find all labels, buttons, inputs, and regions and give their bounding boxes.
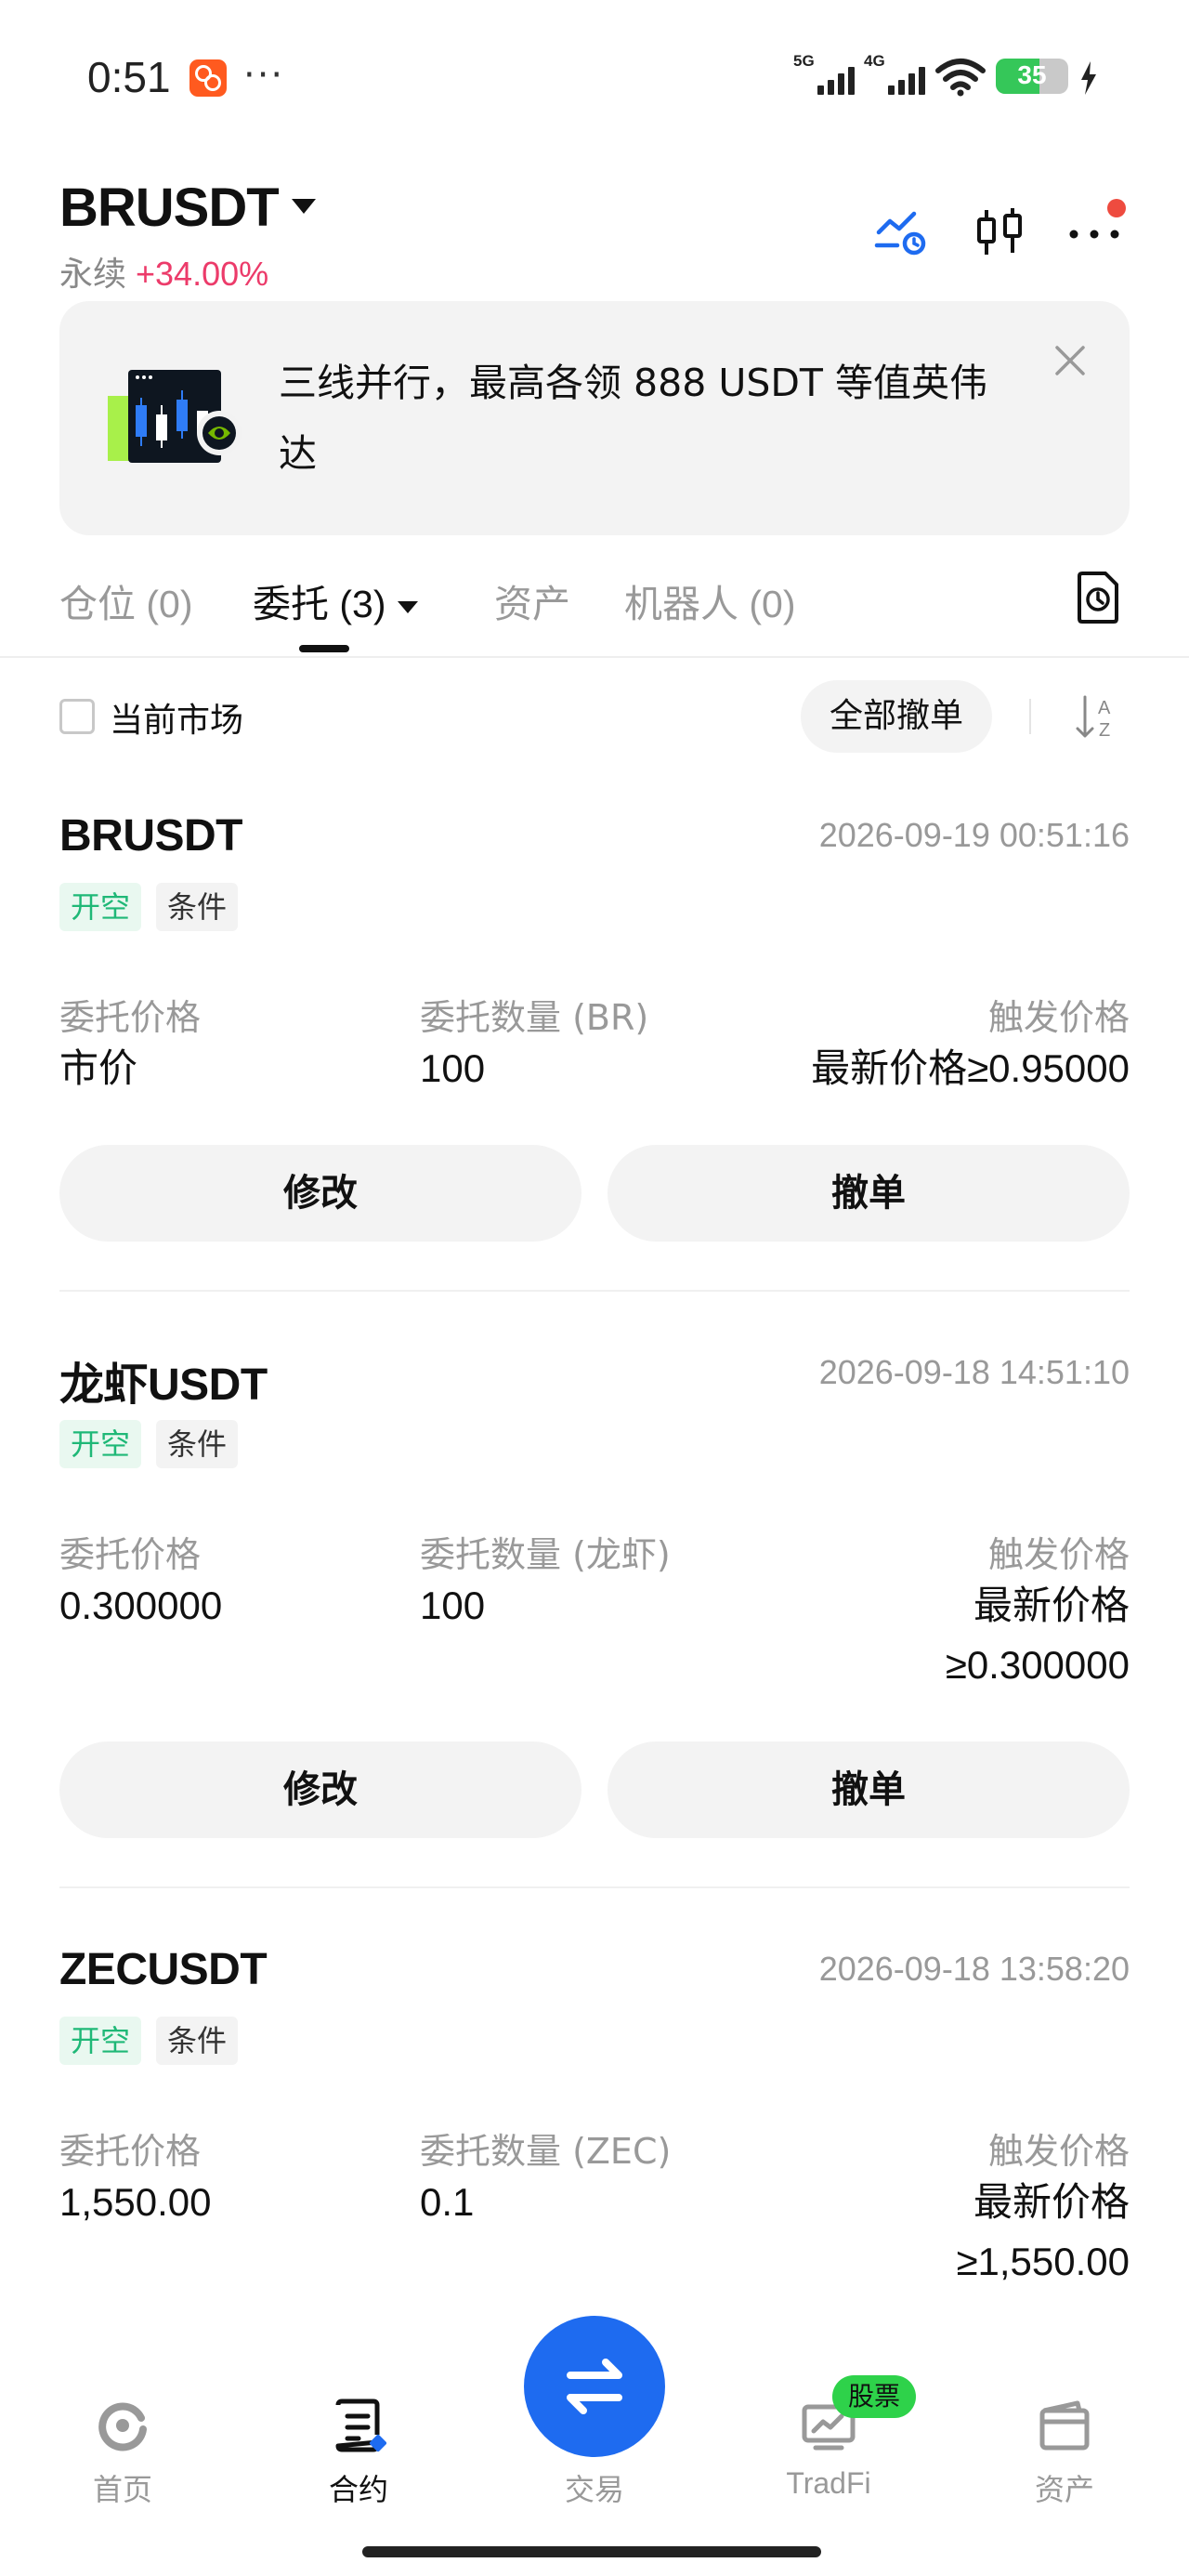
promo-banner[interactable]: 三线并行，最高各领 888 USDT 等值英伟达 bbox=[59, 301, 1130, 535]
contract-type: 永续 bbox=[59, 256, 127, 294]
order-divider bbox=[59, 1290, 1130, 1292]
order-divider bbox=[59, 1886, 1130, 1888]
order-qty: 100 bbox=[420, 1584, 486, 1627]
price-change: +34.00% bbox=[136, 255, 269, 293]
order-symbol[interactable]: BRUSDT bbox=[59, 810, 243, 861]
active-tab-indicator bbox=[299, 645, 349, 652]
order-card: BRUSDT 2026-09-19 00:51:16 开空 条件 委托价格 委托… bbox=[59, 810, 1130, 1247]
order-type-tag: 条件 bbox=[156, 2017, 239, 2065]
tab-orders-dropdown-icon[interactable] bbox=[397, 600, 418, 613]
contract-icon bbox=[335, 2399, 386, 2452]
order-price-label: 委托价格 bbox=[59, 1534, 202, 1575]
status-bar: 0:51 ··· 5G 4G 35 bbox=[0, 0, 1189, 158]
stock-badge: 股票 bbox=[832, 2375, 916, 2418]
order-trigger-label: 触发价格 bbox=[987, 997, 1130, 1038]
order-history-icon[interactable] bbox=[1074, 571, 1122, 624]
wallet-icon bbox=[1039, 2400, 1090, 2451]
svg-text:Z: Z bbox=[1099, 720, 1110, 741]
modify-button[interactable]: 修改 bbox=[59, 1741, 581, 1838]
trade-button[interactable] bbox=[524, 2316, 665, 2457]
signal-5g-icon: 5G bbox=[793, 52, 855, 97]
order-card: ZECUSDT 2026-09-18 13:58:20 开空 条件 委托价格 委… bbox=[59, 1944, 1130, 2342]
order-symbol[interactable]: ZECUSDT bbox=[59, 1944, 268, 1995]
nav-trade-label: 交易 bbox=[564, 2473, 624, 2506]
battery-icon: 35 bbox=[996, 59, 1068, 94]
app-notification-icon bbox=[189, 59, 227, 97]
current-market-checkbox[interactable] bbox=[59, 699, 95, 734]
cancel-order-button[interactable]: 撤单 bbox=[608, 1145, 1130, 1242]
order-time: 2026-09-19 00:51:16 bbox=[818, 816, 1130, 854]
home-icon bbox=[98, 2402, 147, 2451]
order-qty: 0.1 bbox=[420, 2180, 475, 2224]
divider bbox=[1029, 699, 1031, 734]
nav-assets-label: 资产 bbox=[1034, 2473, 1094, 2506]
order-qty-label: 委托数量 (ZEC) bbox=[420, 2131, 672, 2172]
nav-contract-label: 合约 bbox=[328, 2473, 388, 2506]
order-price-label: 委托价格 bbox=[59, 997, 202, 1038]
order-trigger: 最新价格≥0.95000 bbox=[811, 1046, 1130, 1090]
order-price: 1,550.00 bbox=[59, 2180, 212, 2224]
nav-home-label: 首页 bbox=[92, 2473, 152, 2506]
wifi-icon bbox=[935, 59, 986, 97]
tab-bar: 仓位 (0) 委托 (3) 资产 机器人 (0) bbox=[0, 558, 1189, 658]
home-indicator[interactable] bbox=[362, 2546, 821, 2557]
svg-text:A: A bbox=[1098, 698, 1111, 718]
tab-assets[interactable]: 资产 bbox=[494, 572, 570, 628]
order-card: 龙虾USDT 2026-09-18 14:51:10 开空 条件 委托价格 委托… bbox=[59, 1347, 1130, 1840]
promo-chart-illustration bbox=[108, 370, 242, 463]
price-alert-icon[interactable] bbox=[873, 204, 929, 260]
status-time: 0:51 bbox=[87, 53, 171, 101]
sort-icon[interactable]: A Z bbox=[1074, 691, 1120, 743]
current-market-label[interactable]: 当前市场 bbox=[110, 693, 243, 742]
more-notifications-icon: ··· bbox=[243, 54, 285, 97]
pair-dropdown-icon[interactable] bbox=[292, 199, 316, 214]
candlestick-chart-icon[interactable] bbox=[972, 204, 1027, 260]
order-side-tag: 开空 bbox=[59, 2017, 142, 2065]
order-price: 0.300000 bbox=[59, 1584, 223, 1627]
order-qty-label: 委托数量 (龙虾) bbox=[420, 1534, 671, 1575]
promo-text: 三线并行，最高各领 888 USDT 等值英伟达 bbox=[279, 361, 988, 476]
order-side-tag: 开空 bbox=[59, 1420, 142, 1468]
order-trigger: 最新价格 ≥1,550.00 bbox=[956, 2180, 1130, 2283]
order-type-tag: 条件 bbox=[156, 883, 239, 931]
notification-dot bbox=[1107, 199, 1126, 217]
order-trigger-label: 触发价格 bbox=[987, 2131, 1130, 2172]
close-icon[interactable] bbox=[1052, 342, 1089, 379]
order-price-label: 委托价格 bbox=[59, 2131, 202, 2172]
tab-bots[interactable]: 机器人 (0) bbox=[624, 572, 796, 628]
swap-icon bbox=[567, 2359, 622, 2414]
pair-title[interactable]: BRUSDT bbox=[59, 177, 280, 239]
order-trigger-label: 触发价格 bbox=[987, 1534, 1130, 1575]
order-symbol[interactable]: 龙虾USDT bbox=[59, 1347, 268, 1413]
order-time: 2026-09-18 13:58:20 bbox=[818, 1950, 1130, 1988]
tab-orders[interactable]: 委托 (3) bbox=[253, 572, 418, 628]
order-qty-label: 委托数量 (BR) bbox=[420, 997, 649, 1038]
tab-positions[interactable]: 仓位 (0) bbox=[59, 572, 193, 628]
modify-button[interactable]: 修改 bbox=[59, 1145, 581, 1242]
nav-tradfi-label: TradFi bbox=[786, 2466, 871, 2500]
order-time: 2026-09-18 14:51:10 bbox=[818, 1353, 1130, 1391]
order-price: 市价 bbox=[59, 1046, 138, 1090]
charging-icon bbox=[1081, 61, 1096, 95]
order-qty: 100 bbox=[420, 1046, 486, 1090]
signal-4g-icon: 4G bbox=[864, 52, 925, 97]
order-type-tag: 条件 bbox=[156, 1420, 239, 1468]
order-side-tag: 开空 bbox=[59, 883, 142, 931]
pair-subtitle: 永续 +34.00% bbox=[59, 247, 268, 296]
order-trigger: 最新价格 ≥0.300000 bbox=[945, 1584, 1130, 1687]
cancel-order-button[interactable]: 撤单 bbox=[608, 1741, 1130, 1838]
cancel-all-button[interactable]: 全部撤单 bbox=[801, 680, 992, 753]
